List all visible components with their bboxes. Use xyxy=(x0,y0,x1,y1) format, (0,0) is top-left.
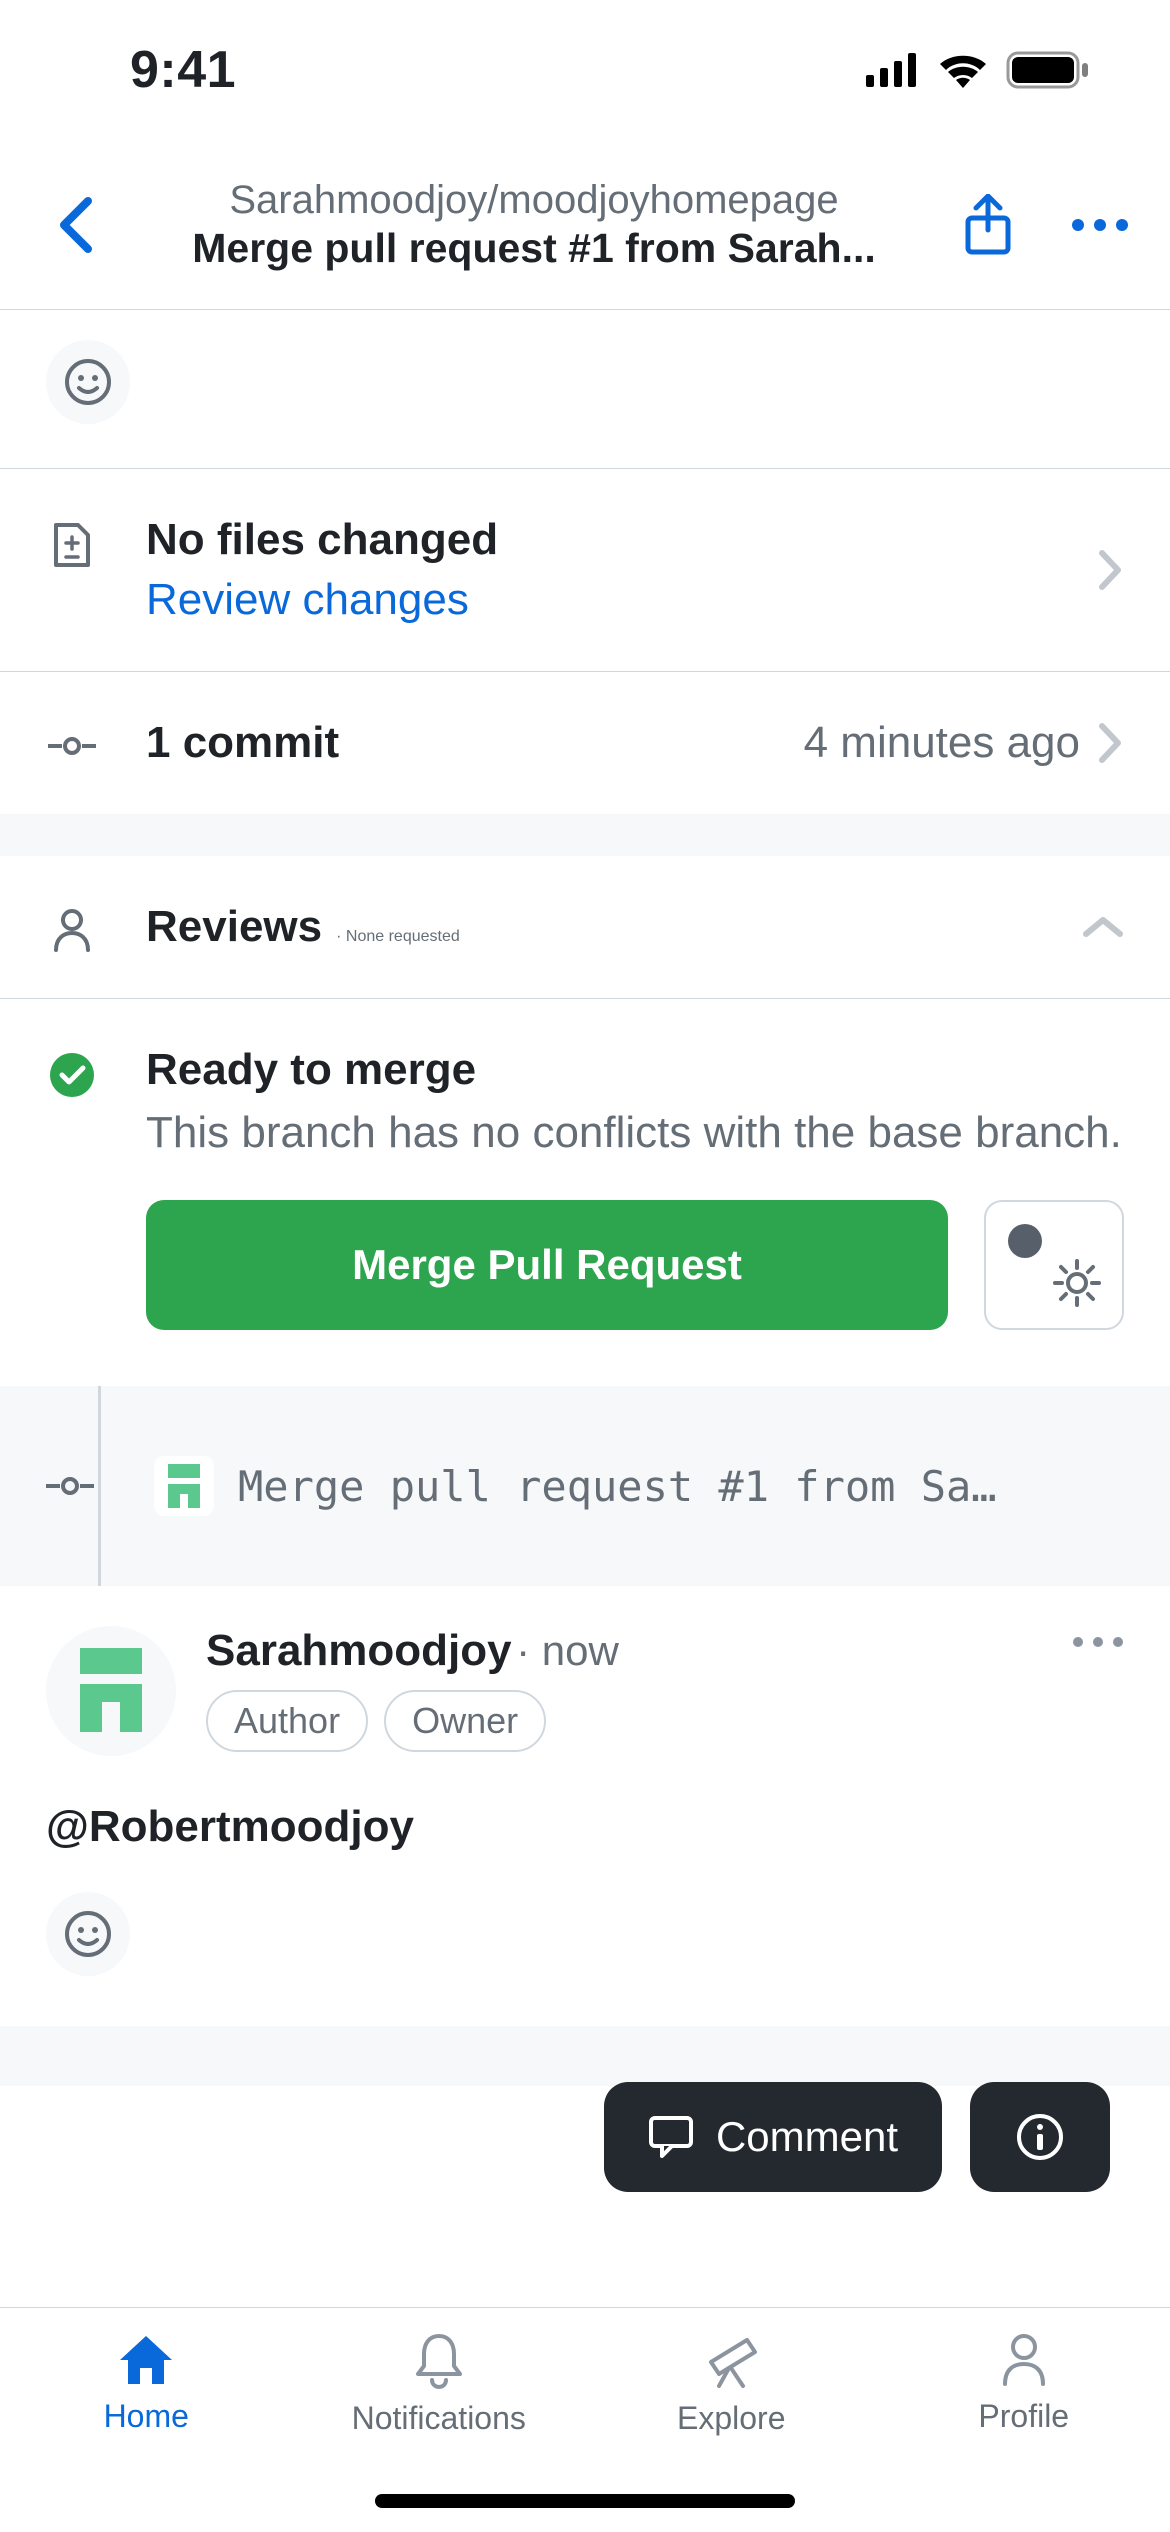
person-icon xyxy=(999,2332,1049,2388)
home-indicator xyxy=(375,2494,795,2508)
comment-author-avatar[interactable] xyxy=(46,1626,176,1756)
share-button[interactable] xyxy=(958,195,1018,255)
reviews-status: · None requested xyxy=(336,928,460,946)
wifi-icon xyxy=(938,52,988,88)
tab-label: Notifications xyxy=(352,2400,526,2437)
nav-page-title: Merge pull request #1 from Sarah... xyxy=(120,225,948,272)
comment-more-button[interactable] xyxy=(1072,1626,1124,1648)
home-icon xyxy=(116,2332,176,2388)
merge-status-row: Ready to merge This branch has no confli… xyxy=(0,999,1170,1386)
tab-label: Home xyxy=(104,2398,189,2435)
commit-icon xyxy=(48,730,96,756)
telescope-icon xyxy=(701,2332,761,2390)
commit-count-label: 1 commit xyxy=(146,718,339,768)
nav-bar: Sarahmoodjoy/moodjoyhomepage Merge pull … xyxy=(0,140,1170,310)
back-button[interactable] xyxy=(40,195,110,255)
chevron-up-icon xyxy=(1082,914,1124,940)
add-reaction-button[interactable] xyxy=(46,1892,130,1976)
tab-home[interactable]: Home xyxy=(0,2308,293,2532)
review-changes-link[interactable]: Review changes xyxy=(146,575,469,625)
chevron-right-icon xyxy=(1098,549,1124,591)
bell-icon xyxy=(412,2332,466,2390)
status-time: 9:41 xyxy=(130,40,236,100)
owner-badge: Owner xyxy=(384,1690,546,1752)
more-button[interactable] xyxy=(1070,195,1130,255)
comment-button-label: Comment xyxy=(716,2113,898,2161)
diff-icon xyxy=(48,515,96,569)
commit-timeline-item[interactable]: Merge pull request #1 from Sa… xyxy=(0,1386,1170,1586)
commit-icon xyxy=(46,1462,94,1510)
comment-timestamp: · now xyxy=(516,1627,619,1674)
tab-bar: Home Notifications Explore Profile xyxy=(0,2307,1170,2532)
merge-pull-request-button[interactable]: Merge Pull Request xyxy=(146,1200,948,1330)
nav-title-area: Sarahmoodjoy/moodjoyhomepage Merge pull … xyxy=(110,178,958,272)
comment-author-name[interactable]: Sarahmoodjoy xyxy=(206,1626,512,1675)
info-button[interactable] xyxy=(970,2082,1110,2192)
check-circle-icon xyxy=(48,1045,96,1099)
status-indicators xyxy=(866,51,1090,89)
cellular-icon xyxy=(866,53,920,87)
files-changed-row[interactable]: No files changed Review changes xyxy=(0,469,1170,672)
add-reaction-button[interactable] xyxy=(46,340,130,424)
chevron-right-icon xyxy=(1098,722,1124,764)
battery-icon xyxy=(1006,51,1090,89)
merge-title: Ready to merge xyxy=(146,1045,1124,1095)
tab-profile[interactable]: Profile xyxy=(878,2308,1170,2532)
info-icon xyxy=(1015,2112,1065,2162)
comment-icon xyxy=(648,2115,694,2159)
comment-button[interactable]: Comment xyxy=(604,2082,942,2192)
author-badge: Author xyxy=(206,1690,368,1752)
section-separator xyxy=(0,814,1170,856)
reviews-row[interactable]: Reviews · None requested xyxy=(0,856,1170,999)
floating-action-bar: Comment xyxy=(604,2082,1110,2192)
tab-label: Profile xyxy=(978,2398,1069,2435)
tab-label: Explore xyxy=(677,2400,786,2437)
files-changed-title: No files changed xyxy=(146,515,1098,565)
person-icon xyxy=(48,902,96,952)
commit-message: Merge pull request #1 from Sa… xyxy=(238,1462,1124,1511)
commit-time-ago: 4 minutes ago xyxy=(804,718,1098,768)
nav-repo-path: Sarahmoodjoy/moodjoyhomepage xyxy=(120,178,948,223)
comment-body: @Robertmoodjoy xyxy=(46,1802,1124,1852)
commits-row[interactable]: 1 commit 4 minutes ago xyxy=(0,672,1170,814)
reaction-bar xyxy=(0,310,1170,469)
status-bar: 9:41 xyxy=(0,0,1170,140)
comment-item: Sarahmoodjoy · now Author Owner @Robertm… xyxy=(0,1586,1170,2026)
reviews-label: Reviews xyxy=(146,902,322,952)
merge-options-button[interactable] xyxy=(984,1200,1124,1330)
section-separator xyxy=(0,2026,1170,2086)
merge-subtitle: This branch has no conflicts with the ba… xyxy=(146,1103,1124,1162)
commit-author-avatar xyxy=(154,1456,214,1516)
